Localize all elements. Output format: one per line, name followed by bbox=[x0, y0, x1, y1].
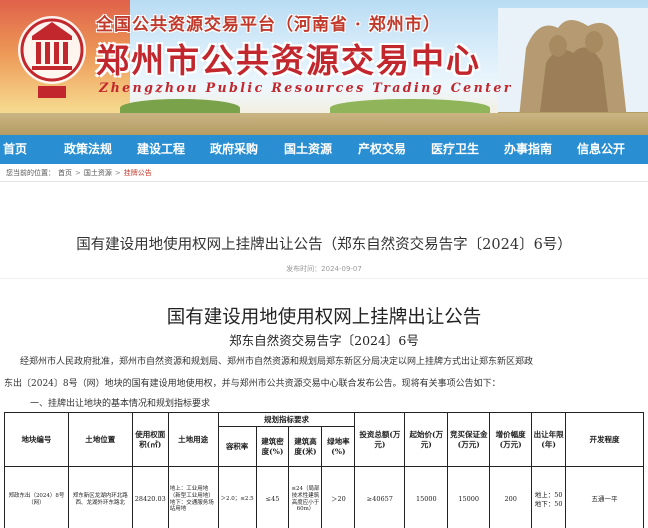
col-header-dev-level: 开发程度 bbox=[565, 412, 644, 467]
col-header-green: 绿地率(%) bbox=[321, 426, 356, 467]
breadcrumb-link-current[interactable]: 挂牌公告 bbox=[124, 168, 152, 178]
publish-date: 发布时间：2024-09-07 bbox=[286, 265, 362, 273]
breadcrumb-separator: > bbox=[75, 169, 81, 177]
col-header-start-price: 起始价(万元) bbox=[404, 412, 449, 467]
cell-far: ＞2.0；≤2.5 bbox=[217, 466, 257, 528]
document-title: 国有建设用地使用权网上挂牌出让公告 bbox=[166, 307, 482, 328]
cell-term: 地上：50 地下：50 bbox=[531, 466, 567, 528]
cell-increment: 200 bbox=[489, 466, 533, 528]
main-nav: 首页 政策法规 建设工程 政府采购 国土资源 产权交易 医疗卫生 办事指南 信息… bbox=[0, 135, 648, 164]
col-header-use: 土地用途 bbox=[167, 412, 219, 467]
cell-investment: ≥40657 bbox=[354, 466, 406, 528]
cell-use: 地上：工业用地（新型工业用地）地下：交通服务场站用地 bbox=[167, 466, 219, 528]
col-header-location: 土地位置 bbox=[67, 412, 133, 467]
col-header-investment: 投资总额(万元) bbox=[354, 412, 406, 467]
banner-subtitle: 全国公共资源交易平台（河南省 · 郑州市） bbox=[96, 15, 441, 35]
cell-area: 28420.03 bbox=[131, 466, 169, 528]
nav-item-home[interactable]: 首页 bbox=[3, 135, 27, 164]
col-header-parcel-no: 地块编号 bbox=[4, 412, 69, 467]
col-header-area: 使用权面积(㎡) bbox=[131, 412, 169, 467]
cell-start-price: 15000 bbox=[404, 466, 449, 528]
body-paragraph: 经郑州市人民政府批准，郑州市自然资源和规划局、郑州市自然资源和规划局郑东新区分局… bbox=[20, 357, 534, 367]
cell-green: ＞20 bbox=[321, 466, 356, 528]
nav-item-policy[interactable]: 政策法规 bbox=[64, 135, 112, 164]
table-row: 郑政东出（2024）8号（网） 郑东新区龙湖内环北路西、龙湖外环东路北 2842… bbox=[4, 466, 644, 528]
breadcrumb-separator: > bbox=[114, 169, 121, 177]
document-number: 郑东自然资交易告字〔2024〕6号 bbox=[229, 333, 419, 348]
divider bbox=[0, 181, 648, 182]
banner-ground bbox=[0, 113, 648, 135]
cell-location: 郑东新区龙湖内环北路西、龙湖外环东路北 bbox=[67, 466, 133, 528]
breadcrumb: 您当前的位置： 首页 > 国土资源 > 挂牌公告 bbox=[6, 166, 152, 180]
nav-item-guide[interactable]: 办事指南 bbox=[504, 135, 552, 164]
cell-height: ≤24（局部技术性建筑高度应小于60m） bbox=[288, 466, 323, 528]
nav-item-land[interactable]: 国土资源 bbox=[284, 135, 332, 164]
header-banner: 全国公共资源交易平台（河南省 · 郑州市） 郑州市公共资源交易中心 Zhengz… bbox=[0, 0, 648, 135]
col-header-density: 建筑密度(%) bbox=[255, 426, 290, 467]
nav-item-procurement[interactable]: 政府采购 bbox=[210, 135, 258, 164]
article-title: 国有建设用地使用权网上挂牌出让公告（郑东自然资交易告字〔2024〕6号） bbox=[76, 237, 572, 253]
nav-item-construction[interactable]: 建设工程 bbox=[137, 135, 185, 164]
cell-density: ≤45 bbox=[255, 466, 290, 528]
nav-item-property[interactable]: 产权交易 bbox=[358, 135, 406, 164]
parcel-table: 地块编号 土地位置 使用权面积(㎡) 土地用途 规划指标要求 投资总额(万元) … bbox=[4, 412, 644, 528]
breadcrumb-link-land[interactable]: 国土资源 bbox=[84, 168, 112, 178]
col-header-height: 建筑高度(米) bbox=[288, 426, 323, 467]
col-header-term: 出让年限(年) bbox=[531, 412, 567, 467]
divider bbox=[0, 278, 648, 279]
cell-dev-level: 五通一平 bbox=[565, 466, 644, 528]
nav-item-medical[interactable]: 医疗卫生 bbox=[431, 135, 479, 164]
col-header-deposit: 竞买保证金(万元) bbox=[447, 412, 491, 467]
col-header-plan-group: 规划指标要求 bbox=[217, 412, 356, 427]
section-heading: 一、挂牌出让地块的基本情况和规划指标要求 bbox=[30, 399, 211, 409]
breadcrumb-link-home[interactable]: 首页 bbox=[58, 168, 72, 178]
nav-item-disclosure[interactable]: 信息公开 bbox=[577, 135, 625, 164]
breadcrumb-prefix: 您当前的位置： bbox=[6, 169, 55, 177]
cell-deposit: 15000 bbox=[447, 466, 491, 528]
cell-parcel-no: 郑政东出（2024）8号（网） bbox=[4, 466, 69, 528]
col-header-far: 容积率 bbox=[217, 426, 257, 467]
sculpture-illustration bbox=[498, 8, 648, 128]
center-logo-icon bbox=[18, 16, 86, 98]
banner-title: 郑州市公共资源交易中心 bbox=[96, 41, 481, 80]
col-header-increment: 增价幅度(万元) bbox=[489, 412, 533, 467]
body-paragraph: 东出〔2024〕8号（网）地块的国有建设用地使用权，并与郑州市公共资源交易中心联… bbox=[4, 379, 501, 389]
banner-title-en: Zhengzhou Public Resources Trading Cente… bbox=[99, 80, 513, 95]
